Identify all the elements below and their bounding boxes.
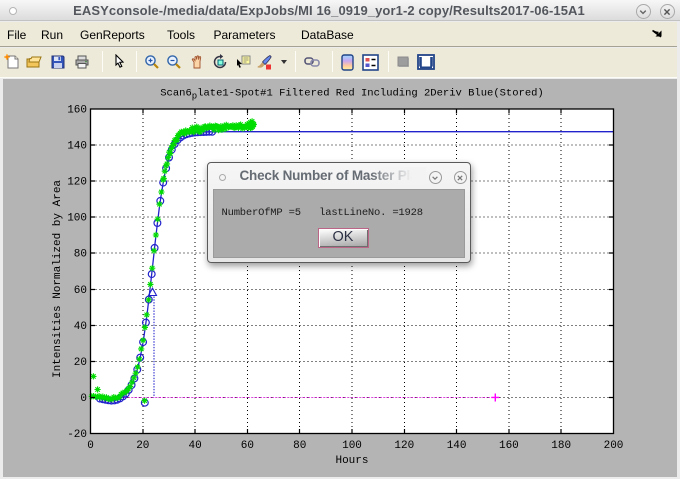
svg-text:80: 80 [74,249,87,261]
svg-text:140: 140 [67,141,87,153]
svg-text:60: 60 [241,440,254,452]
svg-text:140: 140 [447,440,467,452]
svg-text:180: 180 [551,440,571,452]
svg-text:0: 0 [80,393,87,405]
svg-text:100: 100 [342,440,362,452]
svg-text:Intensities Normalized by Area: Intensities Normalized by Area [52,180,64,378]
svg-text:80: 80 [293,440,306,452]
svg-text:-20: -20 [67,429,87,441]
svg-text:60: 60 [74,285,87,297]
svg-text:40: 40 [74,321,87,333]
svg-text:20: 20 [136,440,149,452]
svg-text:120: 120 [394,440,414,452]
svg-text:100: 100 [67,213,87,225]
svg-text:200: 200 [604,440,624,452]
svg-text:160: 160 [499,440,519,452]
svg-text:20: 20 [74,357,87,369]
svg-text:160: 160 [67,105,87,117]
svg-text:0: 0 [87,440,94,452]
svg-text:40: 40 [188,440,201,452]
svg-text:120: 120 [67,177,87,189]
svg-text:Scan6plate1-Spot#1 Filtered Re: Scan6plate1-Spot#1 Filtered Red Includin… [160,88,543,102]
svg-text:Hours: Hours [335,455,368,467]
